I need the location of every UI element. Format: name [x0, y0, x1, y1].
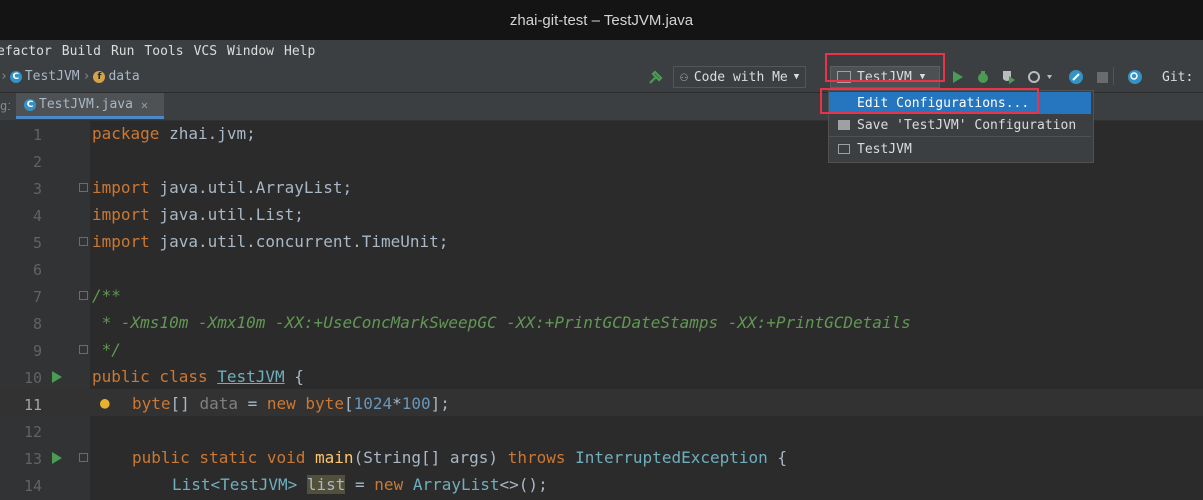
window-title: zhai-git-test – TestJVM.java [0, 0, 1203, 40]
line-number: 13 [23, 450, 42, 468]
code-line-10: public class TestJVM { [92, 367, 304, 386]
field-icon: f [93, 70, 106, 83]
fold-marker-icon[interactable] [79, 237, 88, 246]
save-configuration-item[interactable]: Save 'TestJVM' Configuration [829, 114, 1091, 137]
line-number: 3 [32, 180, 42, 198]
testjvm-config-label: TestJVM [857, 141, 912, 157]
lightbulb-icon[interactable]: ● [100, 393, 110, 412]
debug-icon[interactable] [976, 67, 990, 87]
line-number: 4 [32, 207, 42, 225]
tab-testjvm[interactable]: C TestJVM.java ✕ [16, 93, 164, 119]
build-hammer-icon[interactable] [648, 67, 664, 87]
application-icon [838, 144, 850, 154]
stop-icon[interactable] [1097, 67, 1108, 87]
line-number: 9 [32, 342, 42, 360]
highlight-box-edit-configurations [820, 88, 1039, 114]
update-icon[interactable] [1068, 67, 1084, 87]
people-icon: ⚇ [680, 69, 688, 85]
line-number: 11 [23, 396, 42, 414]
code-line-7: /** [92, 286, 121, 305]
menu-window[interactable]: Window [222, 44, 279, 59]
code-line-3: import java.util.ArrayList; [92, 178, 353, 197]
line-number: 1 [32, 126, 42, 144]
code-line-14: List<TestJVM> list = new ArrayList<>(); [172, 475, 548, 494]
code-line-8: * -Xms10m -Xmx10m -XX:+UseConcMarkSweepG… [92, 313, 911, 332]
code-line-9: */ [92, 340, 121, 359]
chevron-down-icon: ▼ [793, 72, 800, 82]
run-gutter-icon[interactable] [52, 371, 62, 383]
code-line-4: import java.util.List; [92, 205, 304, 224]
tab-label: TestJVM.java [39, 97, 133, 112]
menu-vcs[interactable]: VCS [189, 44, 222, 59]
fold-marker-icon[interactable] [79, 453, 88, 462]
line-number: 6 [32, 261, 42, 279]
testjvm-config-item[interactable]: TestJVM [829, 138, 1091, 160]
breadcrumb-field[interactable]: data [108, 69, 139, 84]
code-line-5: import java.util.concurrent.TimeUnit; [92, 232, 449, 251]
close-icon[interactable]: ✕ [141, 98, 148, 112]
fold-marker-icon[interactable] [79, 345, 88, 354]
profile-icon[interactable] [1027, 67, 1053, 87]
class-icon: C [9, 70, 22, 83]
line-number: 10 [23, 369, 42, 387]
menu-run[interactable]: Run [106, 44, 139, 59]
highlight-box-run-config [825, 53, 945, 82]
line-number: 7 [32, 288, 42, 306]
editor-gutter [0, 120, 90, 500]
coverage-icon[interactable] [1000, 67, 1016, 87]
line-number: 2 [32, 153, 42, 171]
code-line-1: package zhai.jvm; [92, 124, 256, 143]
fold-marker-icon[interactable] [79, 291, 88, 300]
class-icon: C [24, 98, 36, 111]
git-label: Git: [1162, 69, 1194, 85]
toolbar-separator [1113, 67, 1114, 85]
line-number: 12 [23, 423, 42, 441]
menu-bar: efactor Build Run Tools VCS Window Help [0, 40, 1203, 62]
run-gutter-icon[interactable] [52, 452, 62, 464]
code-with-me-button[interactable]: ⚇ Code with Me ▼ [673, 66, 807, 88]
left-fragment: git [0, 99, 10, 113]
save-configuration-label: Save 'TestJVM' Configuration [857, 117, 1077, 133]
breadcrumb: › C TestJVM › f data [0, 69, 140, 84]
fold-marker-icon[interactable] [79, 183, 88, 192]
line-number: 14 [23, 477, 42, 495]
chevron-right-icon: › [0, 69, 8, 84]
code-with-me-label: Code with Me [693, 69, 788, 85]
menu-tools[interactable]: Tools [139, 44, 188, 59]
code-line-11: byte[] data = new byte[1024*100]; [132, 394, 450, 413]
menu-build[interactable]: Build [57, 44, 106, 59]
run-icon[interactable] [952, 67, 964, 87]
breadcrumb-class[interactable]: TestJVM [25, 69, 80, 84]
chevron-right-icon: › [82, 69, 91, 84]
line-number: 8 [32, 315, 42, 333]
search-everywhere-icon[interactable] [1127, 67, 1143, 87]
menu-refactor[interactable]: efactor [0, 44, 57, 59]
save-icon [838, 120, 850, 130]
menu-help[interactable]: Help [279, 44, 320, 59]
code-line-13: public static void main(String[] args) t… [132, 448, 788, 467]
project-fragment: git [0, 99, 10, 113]
line-number: 5 [32, 234, 42, 252]
